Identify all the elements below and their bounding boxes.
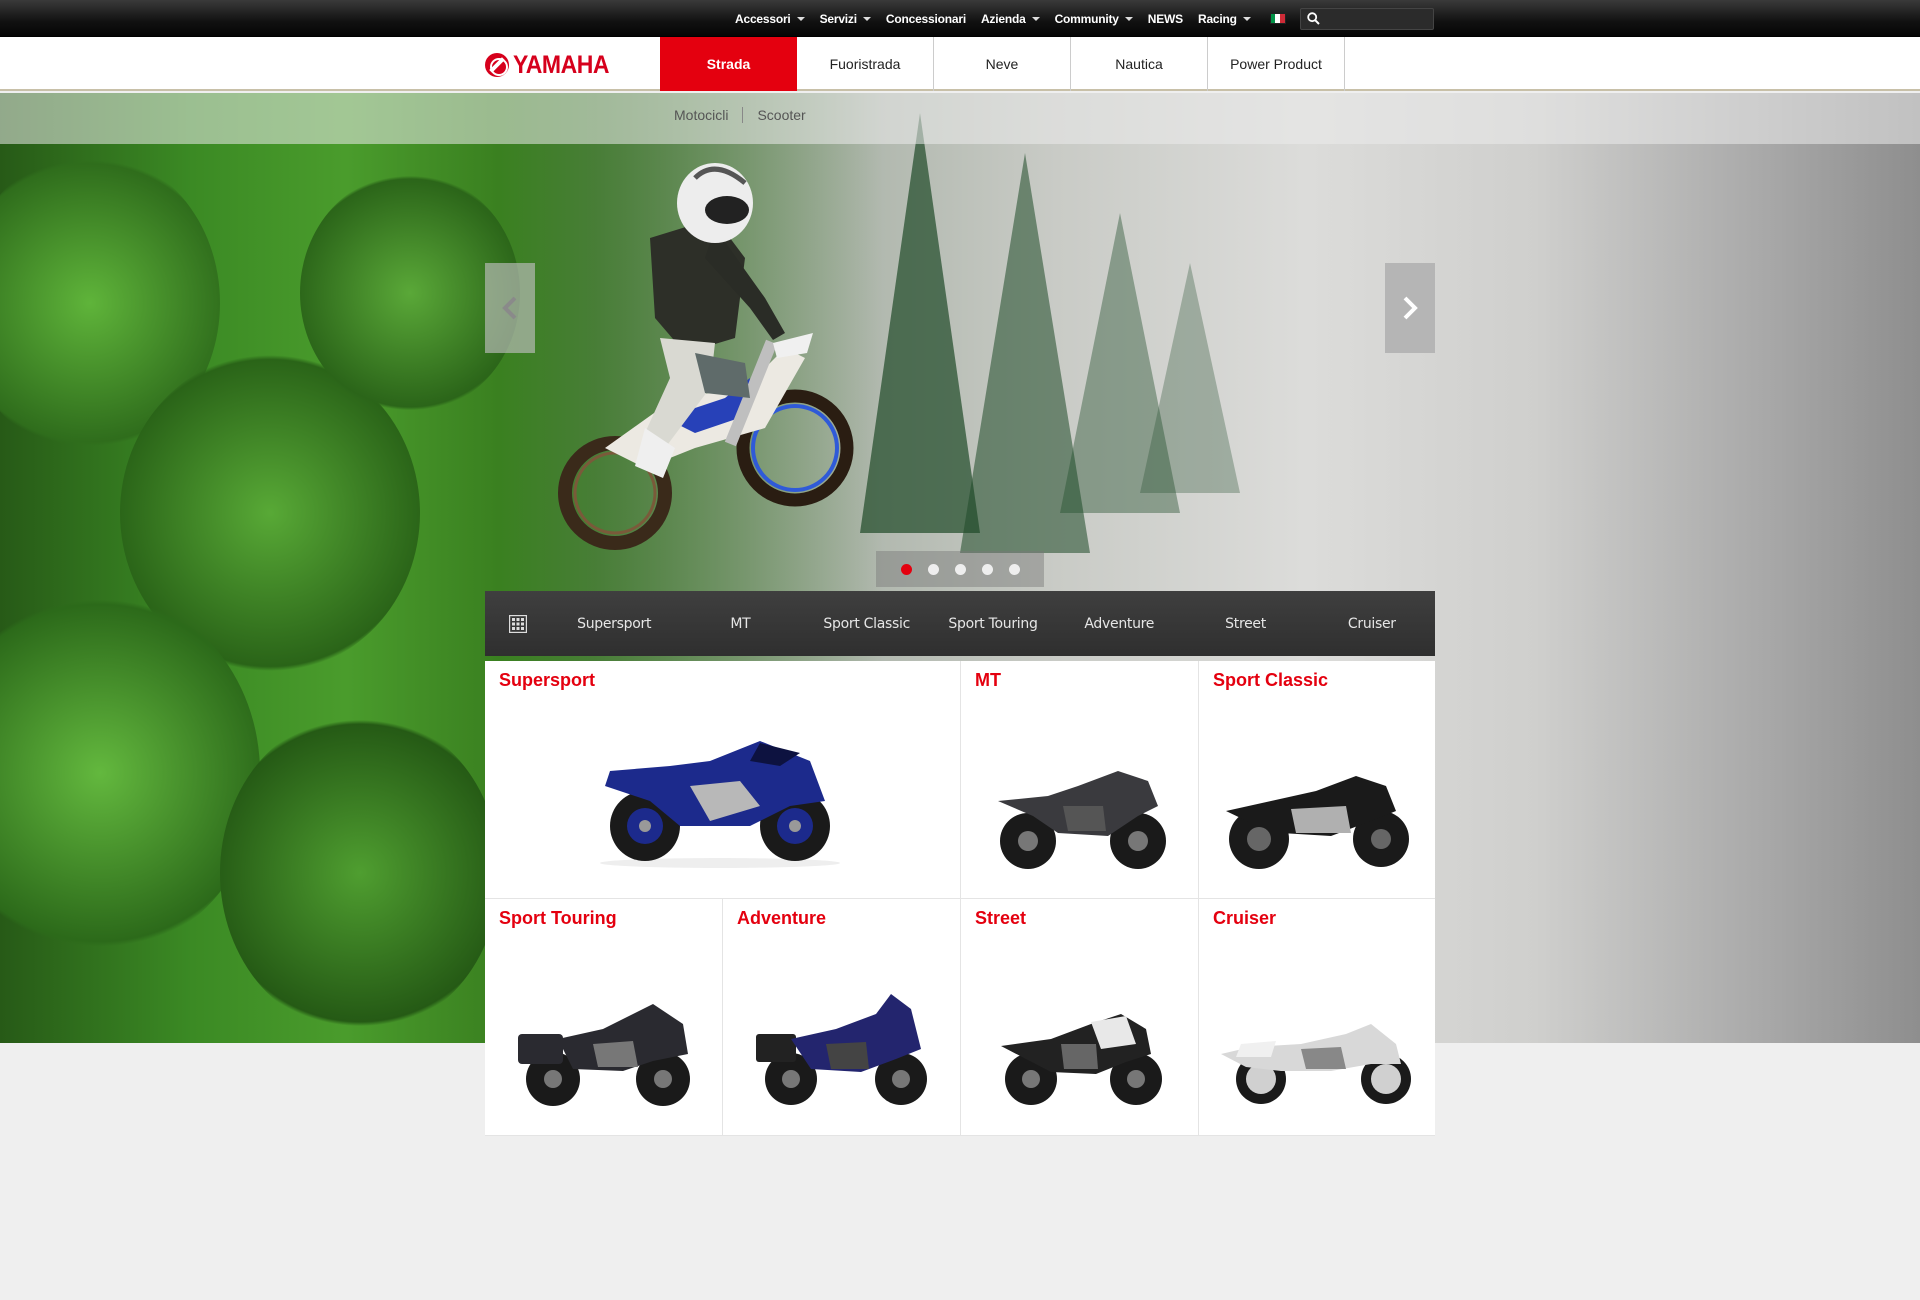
slider-prev-button[interactable] (485, 263, 535, 353)
category-link-sport-touring[interactable]: Sport Touring (930, 616, 1056, 632)
tab-neve[interactable]: Neve (934, 37, 1071, 91)
category-link-street[interactable]: Street (1182, 616, 1308, 632)
caret-down-icon (1242, 16, 1251, 21)
util-item-concessionari[interactable]: Concessionari (886, 12, 966, 26)
mt-bike-image (998, 771, 1166, 869)
subnav-link-motocicli[interactable]: Motocicli (660, 107, 742, 123)
util-item-accessori[interactable]: Accessori (735, 12, 805, 26)
category-link-supersport[interactable]: Supersport (551, 616, 677, 632)
product-title: Sport Touring (499, 908, 617, 928)
hero-rider-image (558, 163, 854, 550)
tab-power-product[interactable]: Power Product (1208, 37, 1345, 91)
product-card-sport-classic[interactable]: Sport Classic (1199, 661, 1435, 899)
street-bike-image (1001, 1014, 1162, 1105)
util-item-servizi[interactable]: Servizi (820, 12, 871, 26)
slider-dot[interactable] (954, 563, 966, 575)
search-box[interactable] (1299, 7, 1434, 30)
product-title: Adventure (737, 908, 827, 928)
product-title: MT (975, 670, 1001, 690)
subnav-links: Motocicli Scooter (660, 107, 820, 123)
utility-bar: Accessori Servizi Concessionari Azienda … (0, 0, 1920, 37)
chevron-left-icon (502, 296, 517, 320)
yamaha-logo[interactable]: YAMAHA (485, 51, 617, 79)
slider-dot[interactable] (927, 563, 939, 575)
search-icon[interactable] (1307, 12, 1320, 25)
tab-fuoristrada[interactable]: Fuoristrada (797, 37, 934, 91)
cruiser-bike-image (1221, 1024, 1411, 1104)
slider-dot[interactable] (1008, 563, 1020, 575)
adventure-bike-image (756, 994, 927, 1105)
sport-classic-bike-image (1226, 776, 1409, 869)
sport-touring-bike-image (518, 1004, 690, 1106)
category-bar: Supersport MT Sport Classic Sport Tourin… (485, 591, 1435, 656)
subnav: Motocicli Scooter (0, 93, 1920, 144)
slider-dot[interactable] (900, 563, 912, 575)
search-input[interactable] (1324, 11, 1433, 26)
caret-down-icon (1124, 16, 1133, 21)
product-card-supersport[interactable]: Supersport (485, 661, 961, 899)
category-link-mt[interactable]: MT (677, 616, 803, 632)
slider-pagination (876, 551, 1044, 587)
logo-text: YAMAHA (513, 50, 610, 79)
tree-silhouette (1140, 263, 1240, 493)
product-grid: Supersport MT Sport Classic Sport Tourin… (485, 661, 1435, 1136)
tree-silhouette (860, 113, 980, 533)
util-item-racing[interactable]: Racing (1198, 12, 1251, 26)
supersport-bike-image (600, 741, 840, 868)
slider-next-button[interactable] (1385, 263, 1435, 353)
category-link-adventure[interactable]: Adventure (1056, 616, 1182, 632)
foliage-decoration (220, 713, 500, 1033)
product-card-street[interactable]: Street (961, 899, 1199, 1136)
util-item-community[interactable]: Community (1055, 12, 1133, 26)
category-link-cruiser[interactable]: Cruiser (1309, 616, 1435, 632)
nav-tabs: Strada Fuoristrada Neve Nautica Power Pr… (660, 37, 1345, 91)
product-title: Supersport (499, 670, 596, 690)
grid-icon (509, 614, 527, 633)
product-card-sport-touring[interactable]: Sport Touring (485, 899, 723, 1136)
product-card-cruiser[interactable]: Cruiser (1199, 899, 1435, 1136)
product-title: Street (975, 908, 1027, 928)
chevron-right-icon (1403, 296, 1418, 320)
utility-nav: Accessori Servizi Concessionari Azienda … (735, 0, 1434, 37)
product-title: Sport Classic (1213, 670, 1329, 690)
tab-strada[interactable]: Strada (660, 37, 797, 91)
italy-flag-icon[interactable] (1269, 13, 1286, 24)
slider-dot[interactable] (981, 563, 993, 575)
main-nav: YAMAHA Strada Fuoristrada Neve Nautica P… (0, 37, 1920, 91)
caret-down-icon (862, 16, 871, 21)
product-card-adventure[interactable]: Adventure (723, 899, 961, 1136)
util-item-news[interactable]: NEWS (1148, 12, 1183, 26)
tuning-fork-emblem-icon (485, 53, 509, 77)
tab-nautica[interactable]: Nautica (1071, 37, 1208, 91)
category-link-sport-classic[interactable]: Sport Classic (804, 616, 930, 632)
grid-view-button[interactable] (485, 591, 551, 656)
subnav-link-scooter[interactable]: Scooter (742, 107, 819, 123)
util-item-azienda[interactable]: Azienda (981, 12, 1040, 26)
caret-down-icon (796, 16, 805, 21)
caret-down-icon (1031, 16, 1040, 21)
product-title: Cruiser (1213, 908, 1277, 928)
product-card-mt[interactable]: MT (961, 661, 1199, 899)
